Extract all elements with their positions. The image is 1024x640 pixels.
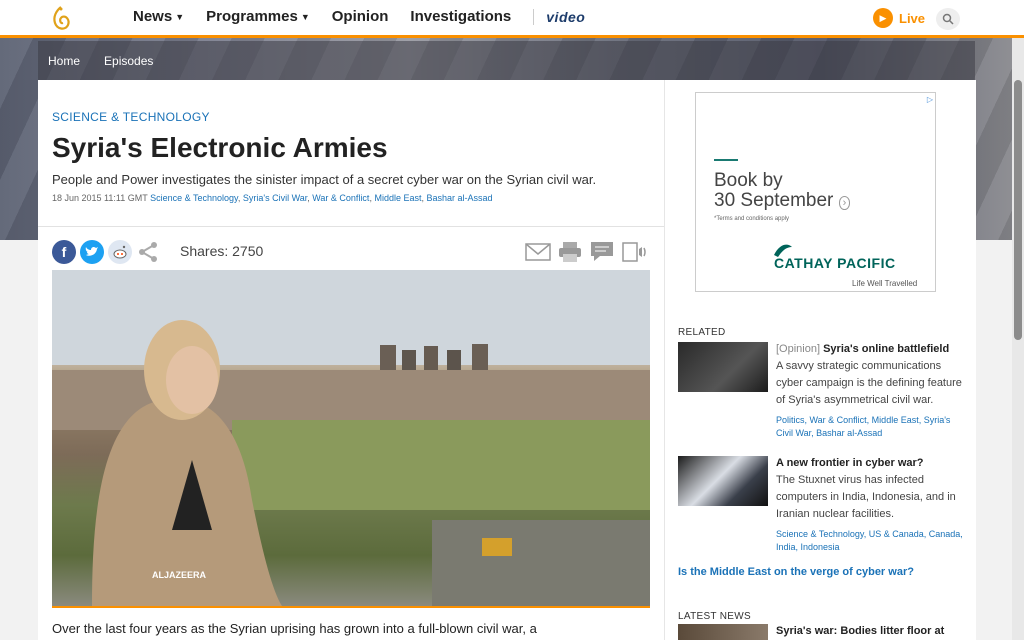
subnav-episodes[interactable]: Episodes <box>104 54 153 68</box>
article-body: Over the last four years as the Syrian u… <box>52 621 537 636</box>
latest-news-heading: LATEST NEWS <box>678 611 751 622</box>
nav-news[interactable]: News ▼ <box>133 8 184 25</box>
ad-terms: *Terms and conditions apply <box>714 216 790 222</box>
advertisement[interactable]: ▷ Book by 30 September › *Terms and cond… <box>695 92 936 292</box>
email-icon[interactable] <box>524 240 552 264</box>
related-title[interactable]: A new frontier in cyber war? <box>776 456 966 470</box>
search-icon <box>942 13 954 25</box>
top-nav-bar: News ▼ Programmes ▼ Opinion Investigations… <box>0 0 1024 38</box>
nav-programmes[interactable]: Programmes ▼ <box>206 8 310 25</box>
share-count: Shares: 2750 <box>180 243 264 259</box>
related-link[interactable]: Is the Middle East on the verge of cyber… <box>678 566 914 578</box>
subnav-home[interactable]: Home <box>48 54 80 68</box>
chevron-right-icon: › <box>838 196 851 210</box>
tag-link[interactable]: Bashar al-Assad <box>427 193 493 203</box>
scrollbar[interactable] <box>1012 38 1024 640</box>
article-photo[interactable]: ALJAZEERA <box>52 270 650 606</box>
photo-progress-bar <box>52 606 650 608</box>
article-tools <box>524 240 652 264</box>
article-meta: 18 Jun 2015 11:11 GMT Science & Technolo… <box>52 193 493 203</box>
article-card: SCIENCE & TECHNOLOGY Syria's Electronic … <box>38 80 664 640</box>
article-category[interactable]: SCIENCE & TECHNOLOGY <box>52 110 210 124</box>
latest-thumbnail[interactable] <box>678 624 768 640</box>
related-title[interactable]: [Opinion] Syria's online battlefield <box>776 342 966 356</box>
tag-link[interactable]: War & Conflict <box>312 193 369 203</box>
article-title: Syria's Electronic Armies <box>52 132 388 163</box>
related-tags[interactable]: Politics, War & Conflict, Middle East, S… <box>776 414 966 440</box>
ad-headline: Book by 30 September › <box>714 171 851 213</box>
nav-opinion[interactable]: Opinion <box>332 8 389 25</box>
listen-icon[interactable] <box>620 240 648 264</box>
chevron-down-icon: ▼ <box>300 11 310 22</box>
nav-divider <box>533 8 535 25</box>
reddit-icon[interactable] <box>108 240 132 264</box>
main-nav: News ▼ Programmes ▼ Opinion Investigations… <box>133 8 585 25</box>
article-dek: People and Power investigates the sinist… <box>52 172 597 187</box>
facebook-icon[interactable]: f <box>52 240 76 264</box>
ad-accent-line <box>714 159 738 161</box>
share-bar: f <box>52 240 160 264</box>
related-thumbnail[interactable] <box>678 456 768 506</box>
related-thumbnail[interactable] <box>678 342 768 392</box>
latest-title[interactable]: Syria's war: Bodies litter floor at <box>776 624 966 638</box>
nav-investigations[interactable]: Investigations <box>410 8 511 25</box>
tag-link[interactable]: Syria's Civil War <box>243 193 307 203</box>
aljazeera-logo-icon[interactable] <box>50 5 72 33</box>
search-button[interactable] <box>936 8 960 30</box>
twitter-icon[interactable] <box>80 240 104 264</box>
tag-link[interactable]: Science & Technology <box>150 193 238 203</box>
live-label: Live <box>899 10 926 26</box>
divider <box>38 226 664 227</box>
ad-brand: CATHAY PACIFIC <box>774 255 896 271</box>
live-button[interactable]: ▶ Live <box>873 8 925 28</box>
nav-video[interactable]: video <box>546 9 585 25</box>
ad-tagline: Life Well Travelled <box>852 279 918 288</box>
related-description: A savvy strategic communications cyber c… <box>776 360 962 406</box>
program-subnav: Home Episodes <box>38 41 975 80</box>
scrollbar-thumb[interactable] <box>1014 80 1022 340</box>
related-heading: RELATED <box>678 327 726 338</box>
related-tags[interactable]: Science & Technology, US & Canada, Canad… <box>776 528 966 554</box>
photo-scene <box>52 270 650 606</box>
article-date: 18 Jun 2015 11:11 GMT <box>52 193 148 203</box>
sidebar: ▷ Book by 30 September › *Terms and cond… <box>664 80 976 640</box>
comment-icon[interactable] <box>588 240 616 264</box>
share-icon[interactable] <box>136 240 160 264</box>
play-icon: ▶ <box>873 8 893 28</box>
print-icon[interactable] <box>556 240 584 264</box>
chevron-down-icon: ▼ <box>175 11 185 22</box>
tag-link[interactable]: Middle East <box>374 193 421 203</box>
photo-watermark: ALJAZEERA <box>152 570 207 580</box>
related-description: The Stuxnet virus has infected computers… <box>776 474 956 520</box>
adchoices-icon[interactable]: ▷ <box>927 95 933 104</box>
